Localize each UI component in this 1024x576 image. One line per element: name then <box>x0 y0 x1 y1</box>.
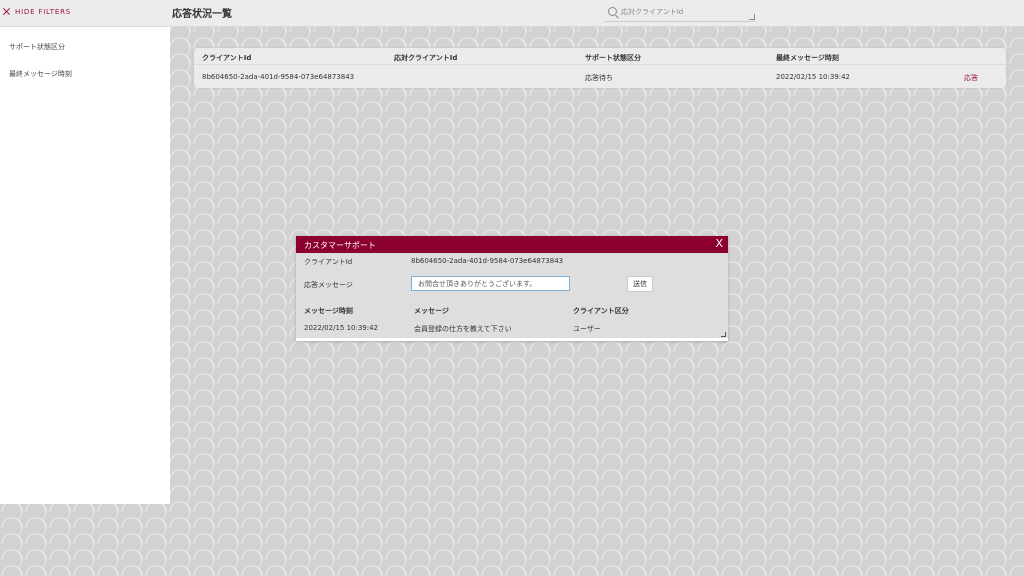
message-cell: 会員登録の仕方を教えて下さい <box>414 325 512 333</box>
resize-grip-icon[interactable] <box>721 332 726 337</box>
column-header-client-type: クライアント区分 <box>573 307 629 315</box>
column-header-support-status[interactable]: サポート状態区分 <box>585 53 641 63</box>
client-type-cell: ユーザー <box>573 325 601 333</box>
response-message-input[interactable] <box>411 276 570 291</box>
cell-status: 応答待ち <box>585 74 613 82</box>
search-input[interactable] <box>621 5 741 19</box>
column-header-client-id[interactable]: クライアントId <box>202 53 251 63</box>
status-table: クライアントId 応対クライアントId サポート状態区分 最終メッセージ時刻 8… <box>194 48 1006 88</box>
close-icon <box>2 7 11 16</box>
search-box[interactable] <box>604 3 756 22</box>
column-header-message: メッセージ <box>414 307 449 315</box>
dialog-header: カスタマーサポート X <box>296 236 728 253</box>
send-button[interactable]: 送信 <box>627 276 653 292</box>
hide-filters-button[interactable]: HIDE FILTERS <box>2 7 71 16</box>
dialog-title: カスタマーサポート <box>304 241 376 250</box>
column-header-message-time: メッセージ時刻 <box>304 307 353 315</box>
filter-sidebar: サポート状態区分 最終メッセージ時刻 <box>0 27 170 504</box>
client-id-label: クライアントId <box>304 258 353 266</box>
top-bar: HIDE FILTERS 応答状況一覧 <box>0 0 1024 27</box>
table-row: 8b604650-2ada-401d-9584-073e64873843 応答待… <box>194 64 1006 89</box>
message-time-cell: 2022/02/15 10:39:42 <box>304 324 379 332</box>
resize-grip-icon <box>749 14 755 20</box>
filter-last-message-time[interactable]: 最終メッセージ時刻 <box>9 69 72 79</box>
filter-support-status[interactable]: サポート状態区分 <box>9 42 65 52</box>
customer-support-dialog: カスタマーサポート X クライアントId 8b604650-2ada-401d-… <box>296 236 728 341</box>
column-header-responder-id[interactable]: 応対クライアントId <box>394 53 457 63</box>
client-id-value: 8b604650-2ada-401d-9584-073e64873843 <box>411 257 564 265</box>
page-title: 応答状況一覧 <box>172 9 232 20</box>
cell-last-message-time: 2022/02/15 10:39:42 <box>776 73 851 81</box>
dialog-close-button[interactable]: X <box>715 237 723 250</box>
cell-client-id: 8b604650-2ada-401d-9584-073e64873843 <box>202 73 355 81</box>
respond-link[interactable]: 応答 <box>964 73 978 83</box>
column-header-last-message-time[interactable]: 最終メッセージ時刻 <box>776 53 839 63</box>
hide-filters-label: HIDE FILTERS <box>15 7 71 16</box>
dialog-bottom-border <box>296 338 728 341</box>
response-message-label: 応答メッセージ <box>304 281 353 289</box>
search-icon <box>608 7 617 16</box>
